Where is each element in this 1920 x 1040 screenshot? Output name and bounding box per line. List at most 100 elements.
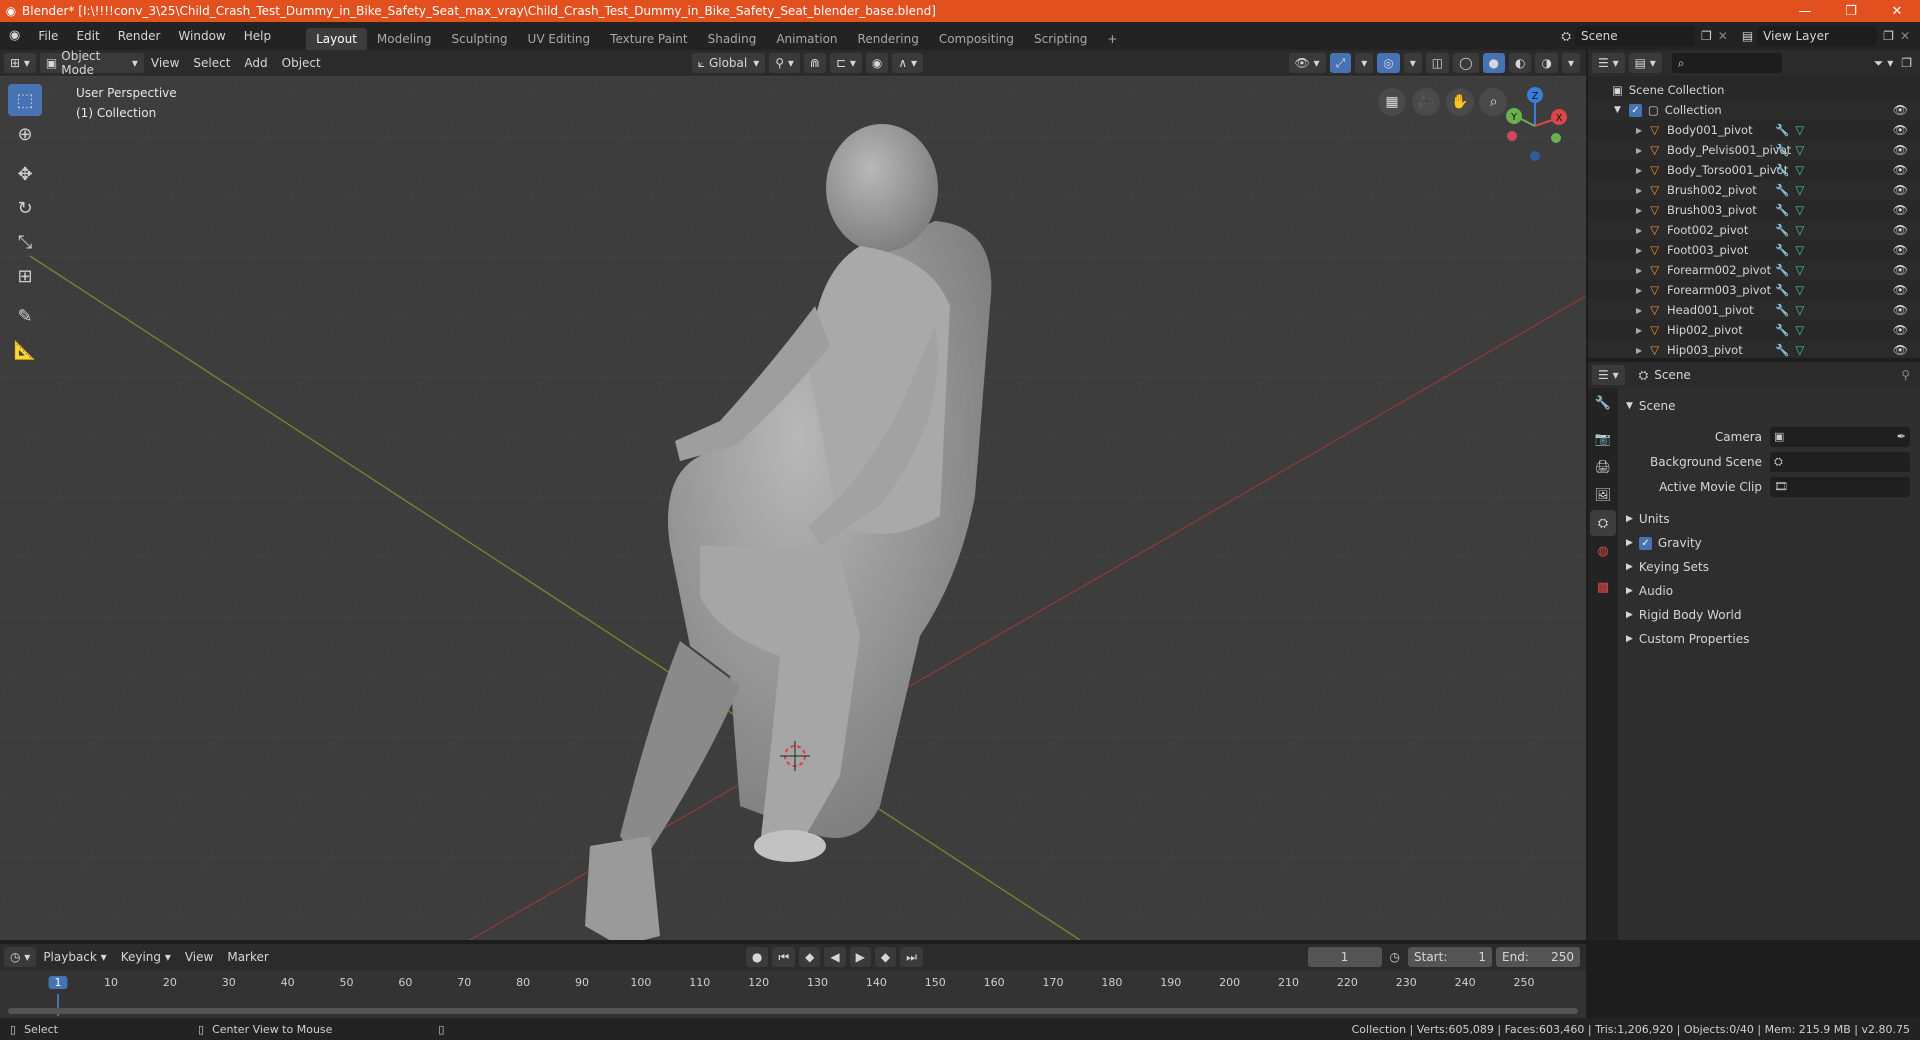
- overlay-toggle-icon[interactable]: ◎: [1377, 53, 1400, 73]
- custom-properties-panel[interactable]: ▶ Custom Properties: [1626, 627, 1912, 651]
- timeline[interactable]: 1 10 20 30 40 50 60 70 80 90 100 110 120 130 140 150 160…: [0, 970, 1586, 1018]
- gravity-checkbox[interactable]: ✓: [1638, 536, 1652, 550]
- view-layer-selector[interactable]: View Layer: [1757, 26, 1878, 46]
- outliner-search-input[interactable]: ⌕: [1671, 53, 1782, 73]
- filter-icon[interactable]: ⏷ ▾: [1874, 56, 1893, 71]
- pin-icon[interactable]: ⚲: [1901, 368, 1910, 382]
- rotate-tool-icon[interactable]: ↻: [8, 192, 42, 224]
- new-collection-icon[interactable]: ❐: [1901, 56, 1912, 70]
- snap-target-icon[interactable]: ⊏ ▾: [829, 53, 862, 73]
- expand-arrow-icon[interactable]: ▶: [1636, 126, 1642, 135]
- outliner-row[interactable]: ▶ ▽ Forearm003_pivot 🔧 ▽ 👁: [1588, 280, 1920, 300]
- gizmo-menu-icon[interactable]: ▾: [1355, 53, 1374, 73]
- grid-view-icon[interactable]: ▦: [1378, 88, 1406, 116]
- mesh-data-icon[interactable]: ▽: [1795, 263, 1804, 277]
- next-keyframe-icon[interactable]: ◆: [874, 947, 897, 967]
- collection-row[interactable]: ▼ ✓ ▢ Collection 👁: [1588, 100, 1920, 120]
- modifier-wrench-icon[interactable]: 🔧: [1775, 223, 1789, 237]
- texture-tab-icon[interactable]: ▩: [1590, 574, 1616, 600]
- mesh-data-icon[interactable]: ▽: [1795, 123, 1804, 137]
- start-frame-field[interactable]: Start: 1: [1408, 947, 1492, 967]
- camera-field[interactable]: ▣ ✒: [1770, 426, 1910, 447]
- tab-uv-editing[interactable]: UV Editing: [518, 28, 601, 50]
- mesh-data-icon[interactable]: ▽: [1795, 183, 1804, 197]
- eye-icon[interactable]: 👁: [1893, 263, 1908, 277]
- new-view-layer-icon[interactable]: ❐: [1883, 29, 1894, 43]
- select-box-tool-icon[interactable]: ⬚: [8, 84, 42, 116]
- menu-keying[interactable]: Keying ▾: [114, 950, 178, 964]
- tab-modeling[interactable]: Modeling: [367, 28, 442, 50]
- outliner-row[interactable]: ▶ ▽ Head001_pivot 🔧 ▽ 👁: [1588, 300, 1920, 320]
- modifier-wrench-icon[interactable]: 🔧: [1775, 143, 1789, 157]
- visibility-icon[interactable]: 👁 ▾: [1288, 53, 1326, 73]
- menu-edit[interactable]: Edit: [67, 22, 108, 50]
- editor-type-icon[interactable]: ⊞ ▾: [4, 53, 36, 73]
- expand-arrow-icon[interactable]: ▶: [1636, 266, 1642, 275]
- modifier-wrench-icon[interactable]: 🔧: [1775, 303, 1789, 317]
- mesh-data-icon[interactable]: ▽: [1795, 203, 1804, 217]
- jump-start-icon[interactable]: ⏮: [772, 947, 796, 967]
- modifier-wrench-icon[interactable]: 🔧: [1775, 263, 1789, 277]
- modifier-wrench-icon[interactable]: 🔧: [1775, 203, 1789, 217]
- proportional-edit-icon[interactable]: ◉: [865, 53, 889, 73]
- properties-editor-type-icon[interactable]: ☰ ▾: [1592, 365, 1625, 385]
- timeline-editor-type-icon[interactable]: ◷ ▾: [4, 947, 37, 967]
- menu-marker[interactable]: Marker: [220, 950, 275, 964]
- tab-scripting[interactable]: Scripting: [1024, 28, 1097, 50]
- mesh-data-icon[interactable]: ▽: [1795, 243, 1804, 257]
- camera-view-icon[interactable]: 🎥: [1411, 88, 1440, 116]
- measure-tool-icon[interactable]: 📐: [8, 334, 42, 366]
- expand-arrow-icon[interactable]: ▶: [1636, 306, 1642, 315]
- mesh-data-icon[interactable]: ▽: [1795, 143, 1804, 157]
- outliner-row[interactable]: ▶ ▽ Hip002_pivot 🔧 ▽ 👁: [1588, 320, 1920, 340]
- tab-texture-paint[interactable]: Texture Paint: [600, 28, 697, 50]
- modifier-wrench-icon[interactable]: 🔧: [1775, 323, 1789, 337]
- menu-select[interactable]: Select: [186, 56, 237, 70]
- eye-icon[interactable]: 👁: [1893, 303, 1908, 317]
- scene-panel-header[interactable]: ▼ Scene: [1626, 394, 1912, 418]
- outliner-row[interactable]: ▶ ▽ Body_Pelvis001_pivot 🔧 ▽ 👁: [1588, 140, 1920, 160]
- tool-tab-icon[interactable]: 🔧: [1590, 390, 1616, 416]
- pivot-point-icon[interactable]: ⚲ ▾: [769, 53, 800, 73]
- rendered-shading-icon[interactable]: ◑: [1535, 53, 1558, 73]
- menu-help[interactable]: Help: [235, 22, 280, 50]
- menu-timeline-view[interactable]: View: [178, 950, 220, 964]
- expand-arrow-icon[interactable]: ▶: [1636, 226, 1642, 235]
- menu-object[interactable]: Object: [275, 56, 328, 70]
- transform-tool-icon[interactable]: ⊞: [8, 260, 42, 292]
- world-tab-icon[interactable]: ◍: [1590, 538, 1616, 564]
- material-shading-icon[interactable]: ◐: [1509, 53, 1532, 73]
- audio-panel[interactable]: ▶ Audio: [1626, 579, 1912, 603]
- eye-icon[interactable]: 👁: [1893, 243, 1908, 257]
- expand-arrow-icon[interactable]: ▼: [1614, 105, 1621, 115]
- minimize-button[interactable]: —: [1782, 4, 1828, 19]
- expand-arrow-icon[interactable]: ▶: [1636, 346, 1642, 355]
- display-mode-icon[interactable]: ▤ ▾: [1628, 53, 1662, 73]
- outliner-row[interactable]: ▶ ▽ Foot002_pivot 🔧 ▽ 👁: [1588, 220, 1920, 240]
- xray-toggle-icon[interactable]: ◫: [1425, 53, 1450, 73]
- cursor-tool-icon[interactable]: ⊕: [8, 118, 42, 150]
- gizmo-neg-z[interactable]: [1530, 151, 1540, 161]
- expand-arrow-icon[interactable]: ▶: [1636, 206, 1642, 215]
- eye-icon[interactable]: 👁: [1893, 283, 1908, 297]
- eye-icon[interactable]: 👁: [1893, 163, 1908, 177]
- output-tab-icon[interactable]: 🖨: [1590, 454, 1616, 480]
- modifier-wrench-icon[interactable]: 🔧: [1775, 123, 1789, 137]
- transform-orientation-selector[interactable]: ⟀ Global ▾: [691, 53, 766, 73]
- play-icon[interactable]: ▶: [849, 947, 871, 967]
- blender-menu-icon[interactable]: ◉: [0, 22, 29, 50]
- menu-add[interactable]: Add: [237, 56, 274, 70]
- delete-view-layer-icon[interactable]: ✕: [1900, 29, 1910, 43]
- outliner-row[interactable]: ▶ ▽ Forearm002_pivot 🔧 ▽ 👁: [1588, 260, 1920, 280]
- menu-playback[interactable]: Playback ▾: [36, 950, 113, 964]
- gizmo-toggle-icon[interactable]: ⤢: [1329, 53, 1352, 73]
- play-reverse-icon[interactable]: ◀: [824, 947, 846, 967]
- 3d-viewport[interactable]: [0, 76, 1586, 940]
- scene-selector[interactable]: Scene: [1575, 26, 1695, 46]
- eye-icon[interactable]: 👁: [1893, 323, 1908, 337]
- rigid-body-world-panel[interactable]: ▶ Rigid Body World: [1626, 603, 1912, 627]
- menu-window[interactable]: Window: [169, 22, 234, 50]
- gravity-panel[interactable]: ▶ ✓ Gravity: [1626, 531, 1912, 555]
- expand-arrow-icon[interactable]: ▶: [1636, 286, 1642, 295]
- units-panel[interactable]: ▶ Units: [1626, 507, 1912, 531]
